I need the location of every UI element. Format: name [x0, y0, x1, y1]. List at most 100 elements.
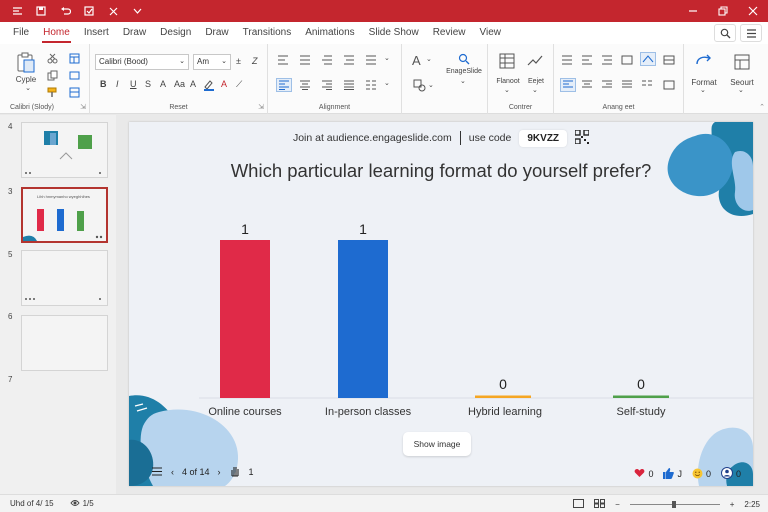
save-icon[interactable] — [30, 0, 52, 22]
accessibility-indicator[interactable]: 1/5 — [69, 498, 94, 510]
tab-review[interactable]: Review — [426, 22, 473, 44]
show-image-button[interactable]: Show image — [403, 432, 471, 456]
cyple-dropdown-icon[interactable]: ⌄ — [24, 84, 32, 92]
font-size-dropdown[interactable]: Am ⌄ — [193, 54, 231, 70]
tab-home[interactable]: Home — [36, 22, 77, 44]
thumbnail-slide-5[interactable] — [21, 250, 108, 306]
more-qat-icon[interactable] — [126, 0, 148, 22]
next-slide-icon[interactable]: › — [218, 467, 221, 477]
underline-icon[interactable]: U — [130, 79, 137, 89]
layout-icon[interactable] — [68, 52, 80, 64]
cut-icon[interactable] — [46, 52, 58, 64]
table-icon[interactable] — [498, 52, 516, 70]
highlight-icon[interactable] — [202, 78, 216, 92]
seourt-icon[interactable] — [732, 52, 752, 72]
paste-icon[interactable] — [14, 50, 38, 74]
engageslide-dropdown-icon[interactable]: ⌄ — [460, 77, 466, 85]
align-left-icon[interactable] — [276, 78, 292, 92]
clear-format-icon[interactable]: A — [190, 79, 196, 89]
normal-view-icon[interactable] — [573, 498, 585, 510]
format-icon[interactable] — [694, 52, 714, 72]
text-effects-icon[interactable]: ⟋ — [236, 79, 242, 90]
tab-draw[interactable]: Draw — [116, 22, 153, 44]
justify-icon[interactable] — [342, 79, 356, 91]
search-icon[interactable] — [714, 24, 736, 42]
columns-icon[interactable] — [364, 79, 378, 91]
tab-transitions[interactable]: Transitions — [236, 22, 299, 44]
menu-lines-icon[interactable] — [151, 466, 163, 478]
arrange-5-icon[interactable] — [640, 52, 656, 66]
zoom-level[interactable]: 2:25 — [744, 500, 760, 509]
text-a-icon[interactable]: A — [412, 53, 421, 68]
italic-icon[interactable]: I — [116, 79, 119, 89]
format-dropdown-icon[interactable]: ⌄ — [700, 86, 706, 94]
arrange-6-icon[interactable] — [662, 54, 676, 66]
arrange-3-icon[interactable] — [600, 54, 614, 66]
menu-icon[interactable] — [740, 24, 762, 42]
customize-qat-icon[interactable] — [102, 0, 124, 22]
zoom-slider[interactable] — [629, 500, 720, 508]
decrease-font-icon[interactable]: Z — [252, 56, 258, 66]
eejet-label[interactable]: Eejet — [524, 78, 548, 85]
tab-design[interactable]: Design — [153, 22, 198, 44]
tab-file[interactable]: File — [6, 22, 36, 44]
undo-icon[interactable] — [54, 0, 76, 22]
paragraph-more-icon[interactable]: ⌄ — [384, 54, 390, 62]
tab-animations[interactable]: Animations — [298, 22, 361, 44]
arrange-7-icon[interactable] — [560, 78, 576, 92]
thumbnail-slide-6[interactable] — [21, 315, 108, 371]
raise-hand-icon[interactable] — [229, 465, 241, 479]
chart-line-icon[interactable] — [526, 52, 544, 70]
arrange-8-icon[interactable] — [580, 79, 594, 91]
slide-sorter-icon[interactable] — [594, 498, 606, 510]
flanoot-label[interactable]: Flanoot — [492, 78, 524, 85]
arrange-12-icon[interactable] — [662, 79, 676, 91]
arrange-9-icon[interactable] — [600, 79, 614, 91]
eejet-dropdown-icon[interactable]: ⌄ — [532, 86, 538, 94]
arrange-2-icon[interactable] — [580, 54, 594, 66]
shapes-dropdown-icon[interactable]: ⌄ — [428, 81, 434, 89]
arrange-10-icon[interactable] — [620, 79, 634, 91]
line-spacing-icon[interactable] — [364, 54, 378, 66]
copy-icon[interactable] — [46, 69, 58, 81]
increase-font-icon[interactable]: ± — [236, 56, 241, 66]
tab-insert[interactable]: Insert — [77, 22, 116, 44]
slide-canvas[interactable]: Join at audience.engageslide.com use cod… — [129, 122, 753, 486]
collapse-ribbon-icon[interactable]: ⌃ — [759, 103, 765, 111]
seourt-dropdown-icon[interactable]: ⌄ — [738, 86, 744, 94]
close-icon[interactable] — [738, 0, 768, 22]
participants-indicator[interactable]: 0 — [720, 467, 741, 481]
strikethrough-icon[interactable]: S — [145, 79, 151, 89]
smiles-reaction[interactable]: 0 — [692, 468, 711, 481]
increase-indent-icon[interactable] — [342, 54, 356, 66]
bold-icon[interactable]: B — [100, 79, 107, 89]
section-icon[interactable] — [68, 86, 80, 98]
font-name-dropdown[interactable]: Calibri (Bood) ⌄ — [95, 54, 189, 70]
font-color-icon[interactable]: A — [221, 79, 227, 89]
numbering-icon[interactable] — [298, 54, 312, 66]
zoom-out-icon[interactable]: − — [615, 500, 620, 509]
autosave-icon[interactable] — [6, 0, 28, 22]
text-a-dropdown-icon[interactable]: ⌄ — [426, 55, 432, 63]
tab-draw-2[interactable]: Draw — [198, 22, 235, 44]
thumbnail-slide-3[interactable]: Lihh hnmymanho wyeghhlhes — [21, 187, 108, 243]
tab-slide-show[interactable]: Slide Show — [362, 22, 426, 44]
zoom-slider-knob[interactable] — [671, 500, 676, 508]
text-direction-icon[interactable]: ⌄ — [384, 79, 390, 87]
minimize-icon[interactable] — [678, 0, 708, 22]
font-launcher-icon[interactable]: ⇲ — [258, 103, 264, 111]
redo-icon[interactable] — [78, 0, 100, 22]
char-spacing-icon[interactable]: A — [160, 79, 166, 89]
engageslide-label[interactable]: EnageSlide — [442, 68, 486, 75]
arrange-4-icon[interactable] — [620, 54, 634, 66]
tab-view[interactable]: View — [473, 22, 509, 44]
flanoot-dropdown-icon[interactable]: ⌄ — [504, 86, 510, 94]
engageslide-icon[interactable] — [457, 52, 471, 66]
shapes-icon[interactable] — [412, 78, 426, 92]
likes-reaction[interactable]: J — [663, 467, 682, 481]
reset-icon[interactable] — [68, 69, 80, 81]
decrease-indent-icon[interactable] — [320, 54, 334, 66]
clipboard-launcher-icon[interactable]: ⇲ — [80, 103, 86, 111]
align-center-icon[interactable] — [298, 79, 312, 91]
arrange-11-icon[interactable] — [640, 79, 654, 91]
